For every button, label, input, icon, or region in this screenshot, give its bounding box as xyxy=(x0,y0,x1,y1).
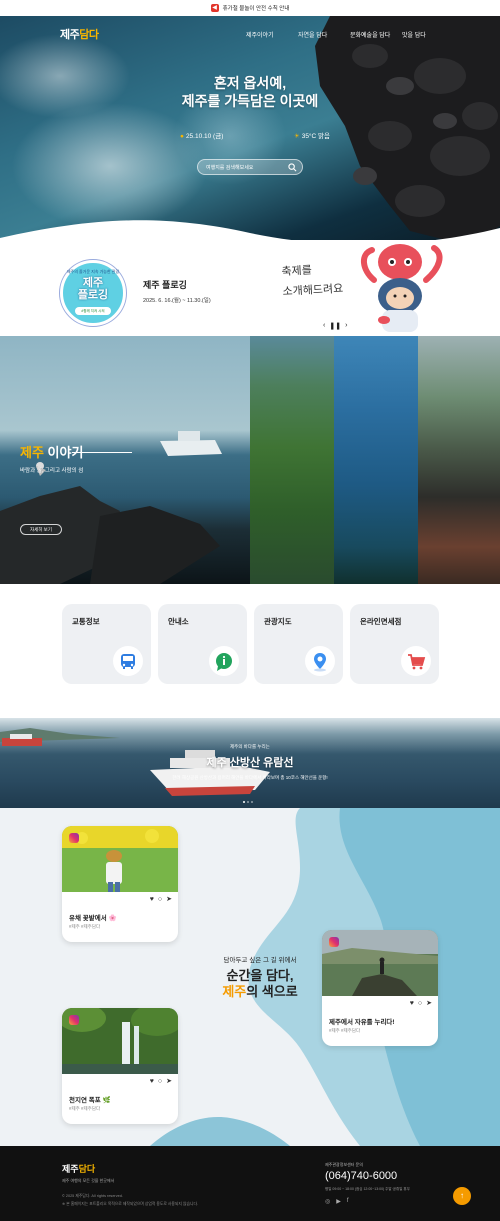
footer-slogan: 제주 여행의 모든 것을 한곳에서 xyxy=(62,1178,115,1183)
heart-icon[interactable]: ♥ xyxy=(150,896,154,904)
instagram-icon[interactable]: ◎ xyxy=(325,1198,330,1205)
cruise-pagination xyxy=(243,801,253,803)
next-arrow-icon[interactable]: › xyxy=(345,322,347,330)
hero-headline: 혼저 옵서예, 제주를 가득담은 이곳에 xyxy=(181,75,319,109)
instagram-icon xyxy=(69,833,79,843)
festival-pager: ‹ ❚❚ › xyxy=(323,322,347,330)
festival-date: 2025. 6. 16.(월) ~ 11.30.(일) xyxy=(143,298,211,304)
cruise-tag: 제주의 바다를 누리는 xyxy=(230,744,270,749)
instagram-section: ♥ ○ ➤ 유채 꽃밭에서 🌸 #제주 #제주담다 ♥ ○ ➤ 제주에서 자유를 누리다… xyxy=(0,808,500,1146)
notice-bar[interactable]: ◀ 휴가철 물놀이 안전 수칙 안내 xyxy=(0,0,500,16)
share-icon[interactable]: ➤ xyxy=(166,1078,172,1086)
cruise-title: 제주 산방산 유람선 xyxy=(206,757,294,769)
heart-icon[interactable]: ♥ xyxy=(150,1078,154,1086)
quick-card-duty-free[interactable]: 온라인면세점 xyxy=(350,604,439,684)
insta-card-waterfall[interactable]: ♥ ○ ➤ 천지연 폭포 🌿 #제주 #제주담다 xyxy=(62,1008,178,1124)
instagram-icon xyxy=(329,937,339,947)
pause-icon[interactable]: ❚❚ xyxy=(329,322,341,330)
nav-item-culture[interactable]: 문화예술을 담다 xyxy=(350,30,402,39)
story-panel-cliff[interactable] xyxy=(250,336,334,584)
comment-icon[interactable]: ○ xyxy=(418,1000,422,1008)
coast-photo xyxy=(322,930,438,996)
share-icon[interactable]: ➤ xyxy=(166,896,172,904)
nav-item-food[interactable]: 맛을 담다 xyxy=(402,30,454,39)
post-actions: ♥ ○ ➤ xyxy=(410,1000,432,1008)
story-divider xyxy=(72,452,132,453)
wave-divider xyxy=(0,220,500,240)
instagram-heading: 담아두고 싶은 그 길 위에서 순간을 담다, 제주의 색으로 xyxy=(222,957,298,999)
festival-handwriting: 축제를 소개해드려요 xyxy=(281,263,344,299)
footer-hours: 평일 09:00 ~ 18:00 (점심 12:00~13:00) 주말·공휴일… xyxy=(325,1187,410,1191)
rocks-decoration xyxy=(315,16,500,240)
footer-sns: ◎ ▶ f xyxy=(325,1198,349,1205)
story-panel-underwater[interactable] xyxy=(334,336,418,584)
waterfall-photo xyxy=(62,1008,178,1074)
shopping-cart-icon xyxy=(401,646,431,676)
header-nav: 제주담다 제주이야기 자연을 담다 문화예술을 담다 맛을 담다 xyxy=(0,22,500,41)
hero-date: ● 25.10.10 (금) xyxy=(180,133,224,140)
canola-photo xyxy=(62,826,178,892)
search-placeholder: 여행지를 검색해보세요 xyxy=(206,165,254,171)
festival-title[interactable]: 제주 플로깅 xyxy=(143,278,187,291)
calendar-icon: ● xyxy=(180,133,184,140)
festival-section: 제주의 즐거운 지속 가능한 관광 제주 플로깅 #함께 지켜 시켜 제주 플로깅… xyxy=(0,240,500,336)
main-menu: 제주이야기 자연을 담다 문화예술을 담다 맛을 담다 xyxy=(246,30,454,39)
map-pin-icon xyxy=(305,646,335,676)
share-icon[interactable]: ➤ xyxy=(426,1000,432,1008)
pagination-dot[interactable] xyxy=(247,801,249,803)
quick-menu: 교통정보 안내소 관광지도 온라인면세점 xyxy=(0,584,500,718)
story-subtitle: 바람과 돌, 그리고 사람의 섬 xyxy=(20,468,84,474)
story-panel-food[interactable] xyxy=(418,336,500,584)
cruise-description: 한려 해상공원 산방산과 용머리 해안을 바다에서 바라보며 총 10코스 해안… xyxy=(172,775,328,780)
post-actions: ♥ ○ ➤ xyxy=(150,1078,172,1086)
cruise-banner[interactable]: 제주의 바다를 누리는 제주 산방산 유람선 한려 해상공원 산방산과 용머리 … xyxy=(0,718,500,808)
insta-card-canola[interactable]: ♥ ○ ➤ 유채 꽃밭에서 🌸 #제주 #제주담다 xyxy=(62,826,178,942)
comment-icon[interactable]: ○ xyxy=(158,896,162,904)
prev-arrow-icon[interactable]: ‹ xyxy=(323,322,325,330)
facebook-icon[interactable]: f xyxy=(347,1198,349,1205)
post-actions: ♥ ○ ➤ xyxy=(150,896,172,904)
octopus-mascot xyxy=(361,244,443,332)
heart-icon[interactable]: ♥ xyxy=(410,1000,414,1008)
search-input[interactable]: 여행지를 검색해보세요 xyxy=(197,159,303,175)
youtube-icon[interactable]: ▶ xyxy=(336,1198,341,1205)
festival-badge[interactable]: 제주의 즐거운 지속 가능한 관광 제주 플로깅 #함께 지켜 시켜 xyxy=(60,260,126,326)
footer-copyright: © 2025 제주담다. All rights reserved. xyxy=(62,1194,123,1198)
footer-contact-label: 제주관광정보센터 문의 xyxy=(325,1162,363,1167)
quick-card-tour-map[interactable]: 관광지도 xyxy=(254,604,343,684)
insta-card-freedom[interactable]: ♥ ○ ➤ 제주에서 자유를 누리다! #제주 #제주담다 xyxy=(322,930,438,1046)
footer: 제주담다 제주 여행의 모든 것을 한곳에서 © 2025 제주담다. All … xyxy=(0,1146,500,1221)
nav-item-story[interactable]: 제주이야기 xyxy=(246,30,298,39)
quick-card-info-center[interactable]: 안내소 xyxy=(158,604,247,684)
hero-weather: ☀ 35°C 맑음 xyxy=(293,133,330,140)
hero: 제주담다 제주이야기 자연을 담다 문화예술을 담다 맛을 담다 혼저 옵서예,… xyxy=(0,16,500,240)
site-logo[interactable]: 제주담다 xyxy=(60,26,99,42)
story-section: 제주 이야기 바람과 돌, 그리고 사람의 섬 자세히 보기 xyxy=(0,336,500,584)
info-chat-icon xyxy=(209,646,239,676)
story-more-button[interactable]: 자세히 보기 xyxy=(20,524,62,535)
notice-text: 휴가철 물놀이 안전 수칙 안내 xyxy=(222,6,290,12)
pagination-dot[interactable] xyxy=(251,801,253,803)
footer-phone[interactable]: (064)740-6000 xyxy=(325,1170,397,1182)
megaphone-icon: ◀ xyxy=(210,4,219,12)
instagram-icon xyxy=(69,1015,79,1025)
search-icon[interactable] xyxy=(288,163,297,172)
pagination-dot[interactable] xyxy=(243,801,245,803)
nav-item-nature[interactable]: 자연을 담다 xyxy=(298,30,350,39)
footer-logo[interactable]: 제주담다 xyxy=(62,1162,95,1175)
bus-icon xyxy=(113,646,143,676)
scroll-top-button[interactable]: ↑ xyxy=(453,1187,471,1205)
hero-info: ● 25.10.10 (금) ☀ 35°C 맑음 xyxy=(180,130,330,140)
quick-card-transport[interactable]: 교통정보 xyxy=(62,604,151,684)
sun-icon: ☀ xyxy=(293,133,300,140)
footer-note: ※ 본 홈페이지는 포트폴리오 목적으로 제작되었으며 상업적 용도로 사용되지… xyxy=(62,1202,198,1206)
comment-icon[interactable]: ○ xyxy=(158,1078,162,1086)
